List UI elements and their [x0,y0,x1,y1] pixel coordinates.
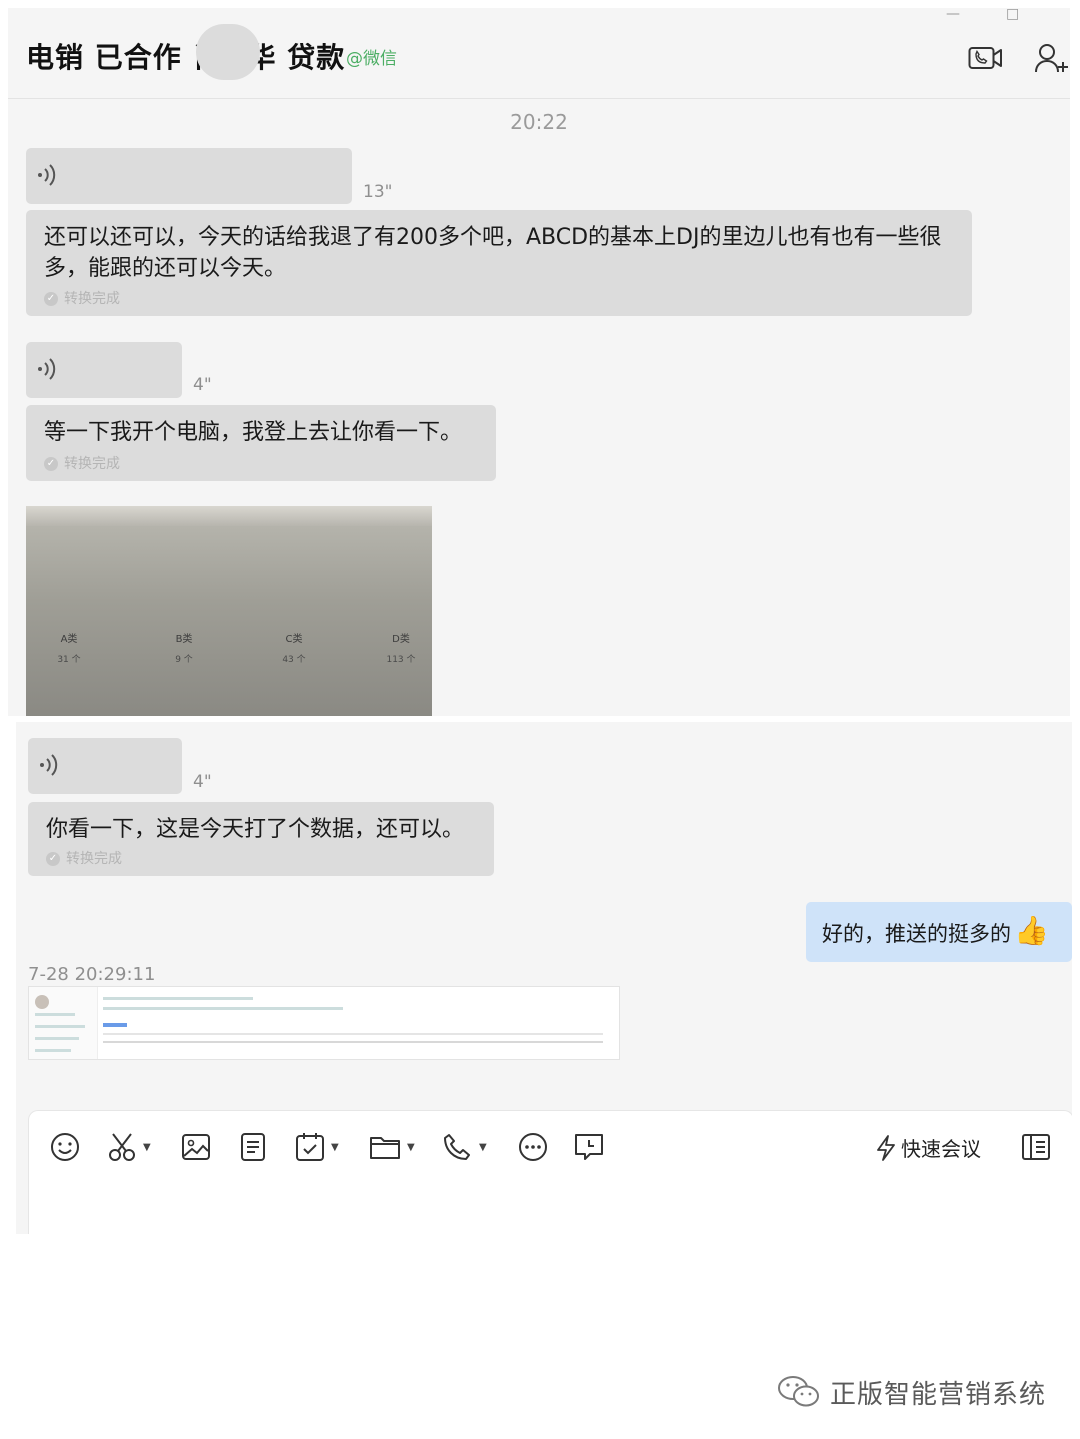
voice-transcript-bubble[interactable]: 你看一下，这是今天打了个数据，还可以。 ✓ 转换完成 [28,802,494,876]
transcript-text: 等一下我开个电脑，我登上去让你看一下。 [44,420,463,445]
quick-meeting-label: 快速会议 [901,1137,981,1161]
message-composer[interactable]: ▼ ▼ ▼ ▼ 快速会议 [28,1110,1072,1234]
phone-icon[interactable]: ▼ [443,1129,487,1165]
chat-title-part2: 华 贷款 [247,41,346,74]
folder-icon[interactable]: ▼ [369,1129,415,1165]
voice-duration: 13" [363,182,393,202]
voice-transcript-bubble[interactable]: 等一下我开个电脑，我登上去让你看一下。 ✓ 转换完成 [26,405,496,481]
wechat-official-account-icon [778,1376,819,1407]
chat-header: 电销 已合作 肖华 贷款 @微信 — □ [8,8,1070,99]
voice-message[interactable] [26,148,352,204]
lightning-icon [877,1134,895,1161]
check-icon: ✓ [44,457,58,471]
thumbs-up-icon: 👍 [1014,914,1049,947]
chat-title-part1: 电销 已合作 肖 [26,41,222,74]
voice-wave-icon [38,164,56,186]
video-call-icon[interactable] [968,44,1004,76]
chat-timestamp: 20:22 [510,110,568,134]
wechat-source-tag: @微信 [346,49,397,69]
brand-name: 正版智能营销系统 [830,1379,1047,1410]
transcript-status: ✓ 转换完成 [46,848,122,868]
message-time: 7-28 20:29:11 [28,964,156,985]
photo-category-count: 9 个 [175,655,193,665]
scissors-icon[interactable]: ▼ [107,1129,151,1165]
voice-wave-icon [38,358,56,380]
redaction-blur [196,24,260,80]
voice-duration: 4" [193,772,212,792]
chevron-down-icon: ▼ [407,1141,415,1153]
photo-category-label: B类 [175,634,193,645]
check-icon: ✓ [44,292,58,306]
screenshot-message[interactable] [28,986,620,1060]
brand-watermark: 正版智能营销系统 [776,1372,1046,1412]
photo-message[interactable]: A类 31 个 B类 9 个 C类 43 个 D类 113 个 [26,506,432,716]
voice-transcript-bubble[interactable]: 还可以还可以，今天的话给我退了有200多个吧，ABCD的基本上DJ的里边儿也有也… [26,210,972,316]
photo-category-label: D类 [392,634,410,645]
chat-record-icon[interactable] [573,1129,605,1165]
voice-message[interactable] [28,738,182,794]
voice-message[interactable] [26,342,182,398]
emoji-icon[interactable] [49,1129,81,1165]
chat-title: 电销 已合作 肖华 贷款 [26,36,345,76]
sidebar-panel-icon[interactable] [1021,1129,1051,1165]
chevron-down-icon: ▼ [331,1141,339,1153]
window-minimize-button[interactable]: — [946,8,960,22]
chevron-down-icon: ▼ [143,1141,151,1153]
more-icon[interactable] [517,1129,549,1165]
chevron-down-icon: ▼ [479,1141,487,1153]
check-icon: ✓ [46,852,60,866]
outgoing-text: 好的，推送的挺多的 [822,922,1011,946]
outgoing-message-bubble[interactable]: 好的，推送的挺多的 👍 [806,902,1072,962]
quick-meeting-button[interactable]: 快速会议 [875,1133,981,1162]
transcript-status: ✓ 转换完成 [44,288,120,308]
document-icon[interactable] [239,1129,267,1165]
photo-category-count: 43 个 [282,655,306,665]
task-icon[interactable]: ▼ [295,1129,339,1165]
add-member-icon[interactable] [1034,42,1070,78]
transcript-text: 还可以还可以，今天的话给我退了有200多个吧，ABCD的基本上DJ的里边儿也有也… [44,225,942,281]
photo-category-label: C类 [285,634,303,645]
photo-category-count: 113 个 [386,655,416,665]
photo-category-label: A类 [60,634,78,645]
image-icon[interactable] [181,1129,211,1165]
voice-wave-icon [40,754,58,776]
voice-duration: 4" [193,375,212,395]
photo-category-count: 31 个 [57,655,81,665]
window-maximize-button[interactable]: □ [1006,8,1019,22]
transcript-status: ✓ 转换完成 [44,453,120,473]
chat-window-top: 电销 已合作 肖华 贷款 @微信 — □ 20:22 13" 还可以还可以，今天… [8,8,1070,716]
transcript-text: 你看一下，这是今天打了个数据，还可以。 [46,817,465,842]
chat-window-bottom: 4" 你看一下，这是今天打了个数据，还可以。 ✓ 转换完成 好的，推送的挺多的 👍… [16,722,1072,1234]
